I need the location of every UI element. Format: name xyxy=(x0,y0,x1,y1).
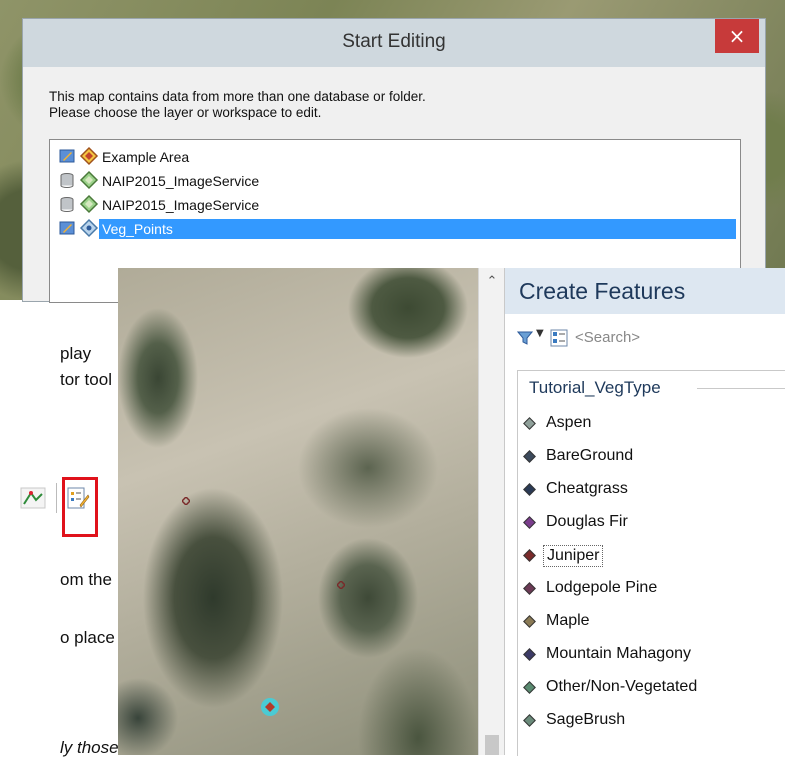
template-item-aspen[interactable]: Aspen xyxy=(519,410,759,436)
template-group-heading[interactable]: Tutorial_VegType xyxy=(527,378,663,398)
close-button[interactable]: × xyxy=(715,19,759,53)
layer-label: NAIP2015_ImageService xyxy=(102,197,260,213)
template-item-mountain-mahagony[interactable]: Mountain Mahagony xyxy=(519,641,759,667)
map-view[interactable] xyxy=(118,268,478,755)
toolbar-divider xyxy=(56,483,57,513)
veg-point-marker[interactable] xyxy=(182,497,190,505)
side-text-line2: tor tool xyxy=(60,370,112,389)
point-symbol-icon xyxy=(523,615,536,628)
dialog-message-line2: Please choose the layer or workspace to … xyxy=(49,105,322,120)
template-item-bareground[interactable]: BareGround xyxy=(519,443,759,469)
template-label: SageBrush xyxy=(546,711,626,728)
sketch-icon[interactable] xyxy=(20,487,46,509)
side-text-line5: ly those xyxy=(60,738,119,757)
create-features-title: Create Features xyxy=(519,278,686,304)
veg-point-marker[interactable] xyxy=(337,581,345,589)
database-icon xyxy=(60,197,74,212)
dialog-message-line1: This map contains data from more than on… xyxy=(49,89,426,104)
template-label: Mountain Mahagony xyxy=(546,645,691,662)
create-features-header: Create Features xyxy=(505,268,785,314)
point-symbol-icon xyxy=(523,714,536,727)
layer-label: Veg_Points xyxy=(99,219,736,239)
scroll-up-icon[interactable]: ⌃ xyxy=(479,274,505,292)
scroll-thumb[interactable] xyxy=(485,735,499,755)
template-label: Maple xyxy=(546,612,590,629)
template-label: Other/Non-Vegetated xyxy=(546,678,698,695)
layer-row-veg-points[interactable]: Veg_Points xyxy=(50,216,740,240)
raster-layer-icon xyxy=(79,194,99,214)
filter-icon[interactable] xyxy=(517,330,533,346)
template-item-juniper[interactable]: Juniper xyxy=(519,542,759,568)
chevron-down-icon[interactable]: ▼ xyxy=(536,328,544,339)
layer-row-example-area[interactable]: Example Area xyxy=(50,144,740,168)
polygon-layer-icon xyxy=(79,146,99,166)
template-item-sagebrush[interactable]: SageBrush xyxy=(519,707,759,733)
dialog-title: Start Editing xyxy=(342,31,446,52)
search-input[interactable]: <Search> xyxy=(575,328,775,348)
point-symbol-icon xyxy=(523,516,536,529)
point-symbol-icon xyxy=(523,681,536,694)
template-label: BareGround xyxy=(546,447,634,464)
dialog-message: This map contains data from more than on… xyxy=(49,89,426,121)
point-symbol-icon xyxy=(523,549,536,562)
editable-workspace-icon xyxy=(59,149,75,163)
point-layer-icon xyxy=(79,218,99,238)
group-divider xyxy=(697,388,785,389)
point-symbol-icon xyxy=(523,582,536,595)
point-symbol-icon xyxy=(523,648,536,661)
highlight-box xyxy=(62,477,98,537)
template-item-maple[interactable]: Maple xyxy=(519,608,759,634)
editable-workspace-icon xyxy=(59,221,75,235)
template-item-other-non-vegetated[interactable]: Other/Non-Vegetated xyxy=(519,674,759,700)
point-symbol-icon xyxy=(523,483,536,496)
create-features-toolbar: ▼ <Search> xyxy=(505,314,785,358)
side-text-line3: om the xyxy=(60,570,112,589)
database-icon xyxy=(60,173,74,188)
layer-label: NAIP2015_ImageService xyxy=(102,173,260,189)
template-label: Lodgepole Pine xyxy=(546,579,658,596)
template-label: Juniper xyxy=(543,545,604,567)
side-text-line4: o place xyxy=(60,628,115,647)
layer-row-naip-1[interactable]: NAIP2015_ImageService xyxy=(50,168,740,192)
template-item-lodgepole-pine[interactable]: Lodgepole Pine xyxy=(519,575,759,601)
map-scrollbar[interactable]: ⌃ xyxy=(478,268,505,755)
selected-point-marker[interactable] xyxy=(259,696,281,718)
point-symbol-icon xyxy=(523,450,536,463)
layer-row-naip-2[interactable]: NAIP2015_ImageService xyxy=(50,192,740,216)
raster-layer-icon xyxy=(79,170,99,190)
start-editing-dialog: Start Editing × This map contains data f… xyxy=(22,18,766,303)
side-text-line1: play xyxy=(60,344,92,363)
dialog-titlebar[interactable]: Start Editing × xyxy=(23,19,765,67)
template-label: Cheatgrass xyxy=(546,480,628,497)
create-features-panel: Create Features ▼ <Search> Tutorial_VegT… xyxy=(504,268,785,756)
organize-templates-icon[interactable] xyxy=(550,329,568,347)
template-label: Douglas Fir xyxy=(546,513,628,530)
template-item-douglas-fir[interactable]: Douglas Fir xyxy=(519,509,759,535)
template-label: Aspen xyxy=(546,414,592,431)
layer-label: Example Area xyxy=(102,149,190,165)
template-item-cheatgrass[interactable]: Cheatgrass xyxy=(519,476,759,502)
point-symbol-icon xyxy=(523,417,536,430)
